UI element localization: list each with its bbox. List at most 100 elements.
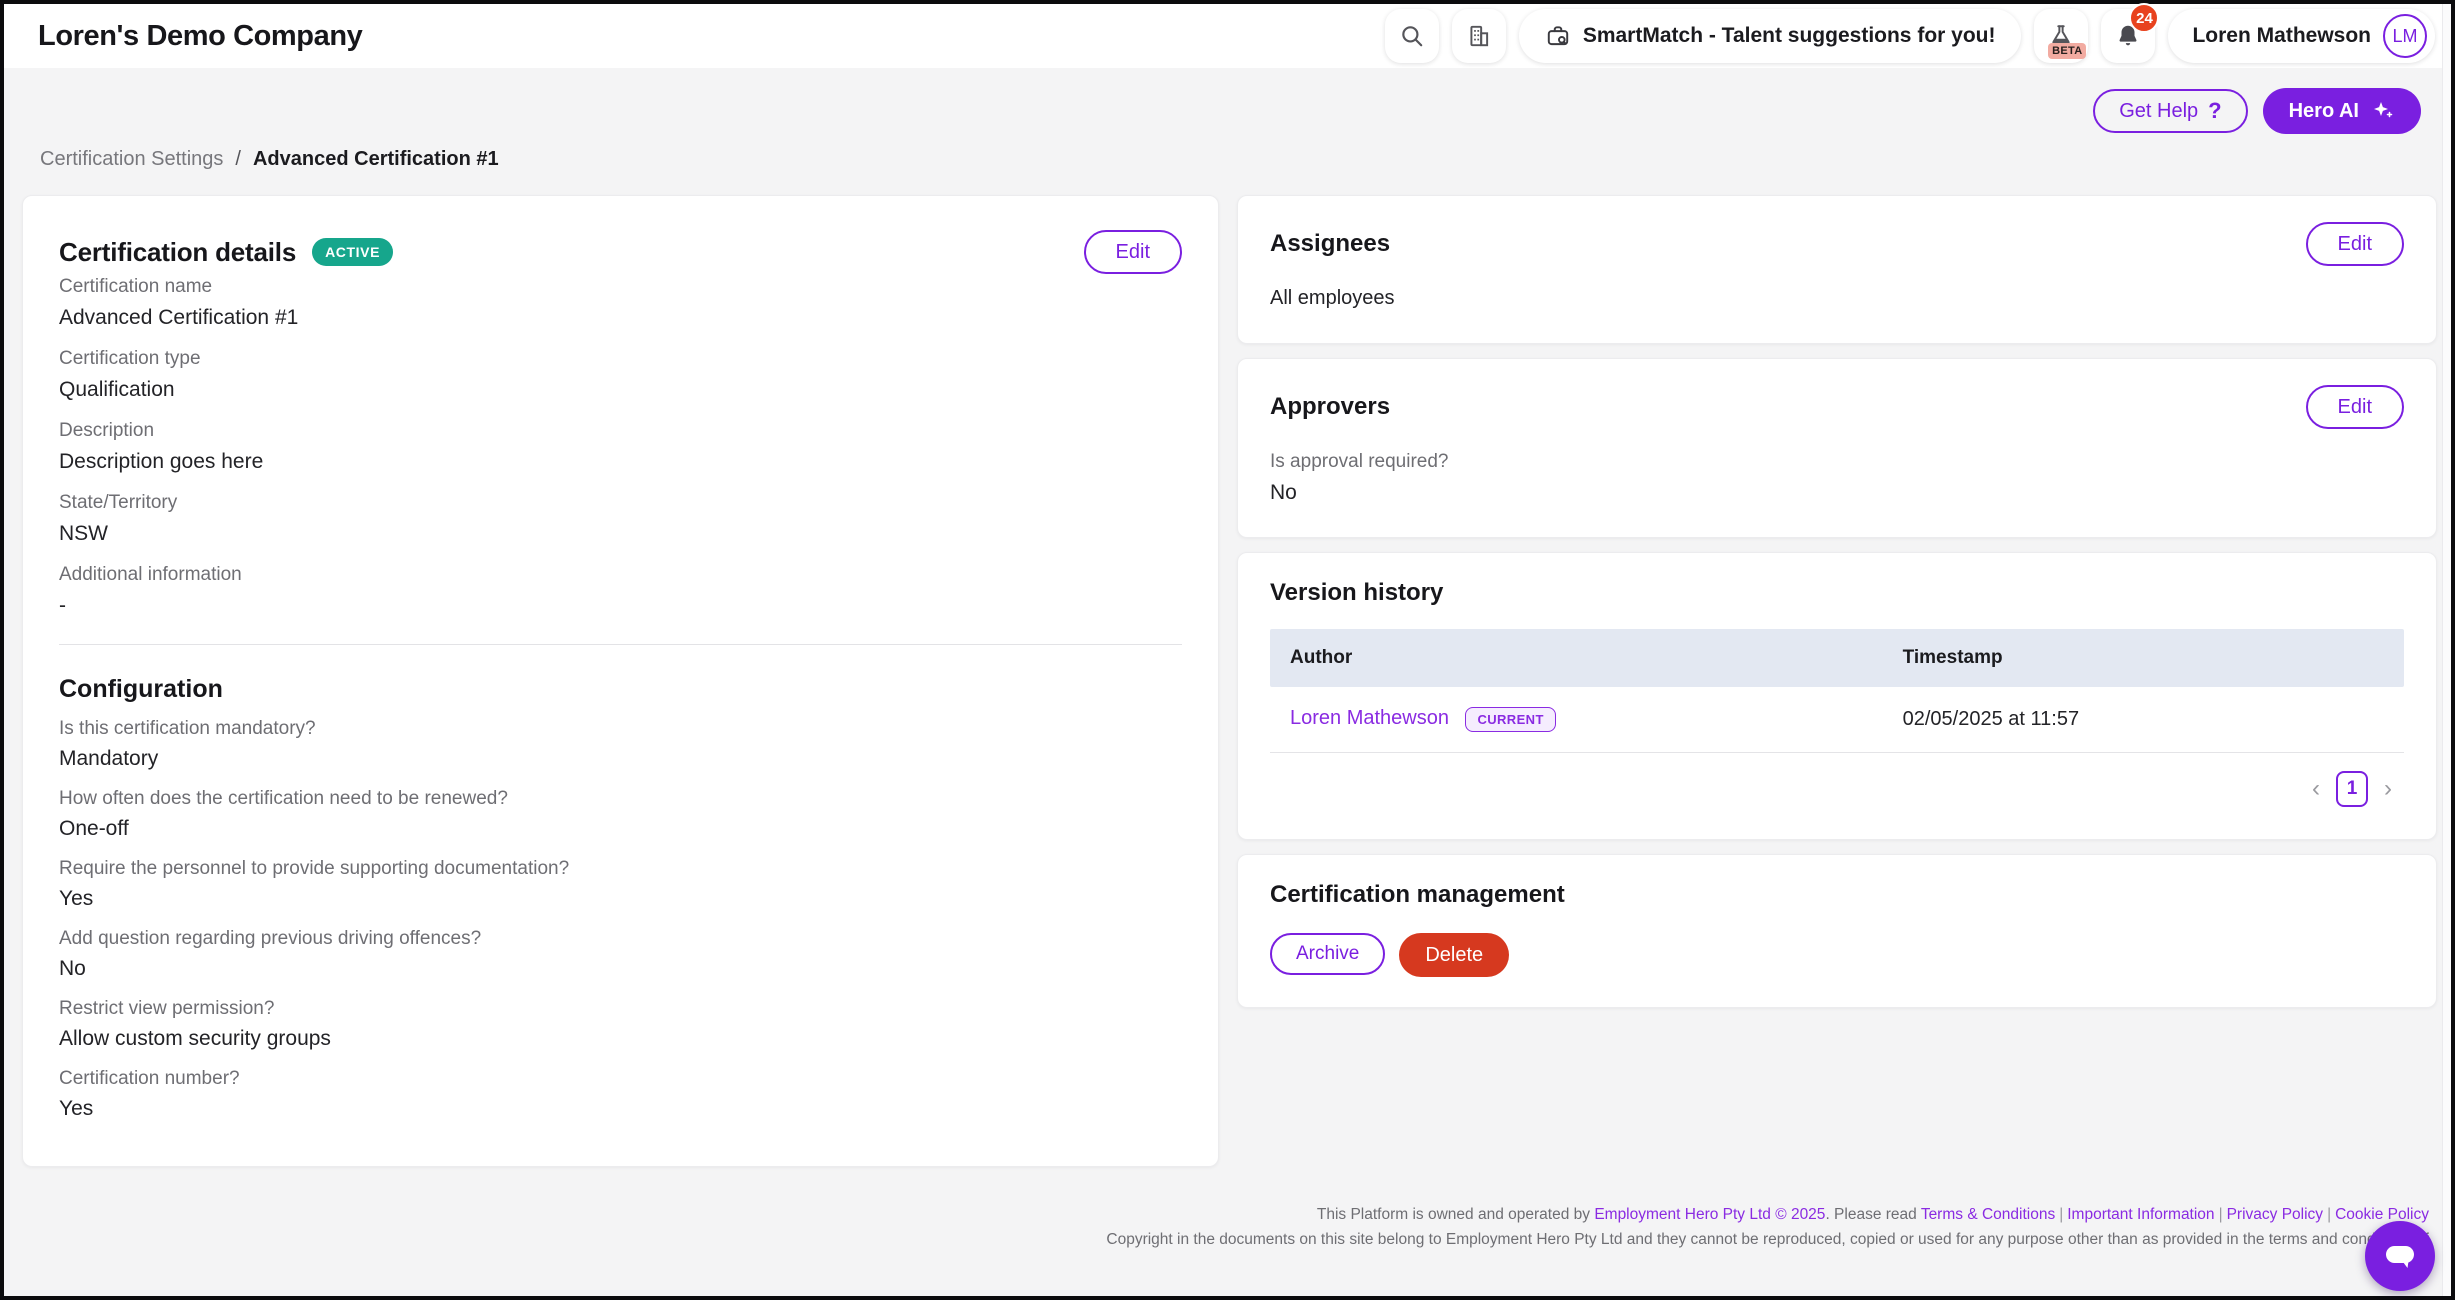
field-value: One-off (59, 814, 1182, 843)
field-label: How often does the certification need to… (59, 786, 1182, 811)
breadcrumb-separator: / (235, 148, 241, 171)
notification-count-badge: 24 (2129, 3, 2159, 33)
field-value: Allow custom security groups (59, 1024, 1182, 1053)
edit-assignees-button[interactable]: Edit (2306, 222, 2404, 266)
field-label: Additional information (59, 562, 1182, 588)
version-history-table: Author Timestamp Loren Mathewson CURRENT… (1270, 629, 2404, 753)
pagination-prev-icon[interactable]: ‹ (2308, 777, 2324, 801)
beta-badge: BETA (2048, 43, 2086, 59)
column-header-author: Author (1290, 647, 1903, 669)
right-column: Assignees Edit All employees Approvers E… (1237, 195, 2437, 1008)
search-button[interactable] (1385, 9, 1439, 63)
version-history-title: Version history (1270, 579, 2404, 607)
breadcrumb-current: Advanced Certification #1 (253, 148, 499, 171)
question-mark-icon: ? (2208, 98, 2221, 124)
chat-widget-button[interactable] (2365, 1221, 2435, 1291)
author-link[interactable]: Loren Mathewson (1290, 707, 1449, 729)
row-timestamp: 02/05/2025 at 11:57 (1903, 708, 2384, 731)
footer-text: This Platform is owned and operated by (1317, 1206, 1594, 1223)
breadcrumb-certification-settings[interactable]: Certification Settings (40, 148, 223, 171)
assignees-header: Assignees Edit (1270, 222, 2404, 266)
top-bar-actions: SmartMatch - Talent suggestions for you!… (1385, 9, 2435, 63)
pagination-page-1[interactable]: 1 (2336, 771, 2368, 807)
cookie-policy-link[interactable]: Cookie Policy (2335, 1206, 2429, 1223)
field-restrict-view: Restrict view permission? Allow custom s… (59, 996, 1182, 1053)
profile-menu-button[interactable]: Loren Mathewson LM (2168, 9, 2435, 63)
approvers-card: Approvers Edit Is approval required? No (1237, 358, 2437, 538)
field-label: State/Territory (59, 490, 1182, 516)
get-help-label: Get Help (2119, 100, 2198, 123)
field-mandatory: Is this certification mandatory? Mandato… (59, 716, 1182, 773)
certification-details-card: Certification details ACTIVE Edit Certif… (22, 195, 1219, 1167)
pagination-next-icon[interactable]: › (2380, 777, 2396, 801)
field-label: Certification type (59, 346, 1182, 372)
organisation-button[interactable] (1452, 9, 1506, 63)
field-value: Mandatory (59, 744, 1182, 773)
certification-details-header: Certification details ACTIVE Edit (59, 230, 1182, 274)
field-value: No (1270, 478, 2404, 507)
company-link[interactable]: Employment Hero Pty Ltd © 2025 (1594, 1206, 1825, 1223)
footer-separator: | (2219, 1206, 2223, 1223)
field-value: - (59, 591, 1182, 620)
edit-details-button[interactable]: Edit (1084, 230, 1182, 274)
field-additional-information: Additional information - (59, 562, 1182, 620)
avatar: LM (2383, 14, 2427, 58)
hero-ai-label: Hero AI (2289, 100, 2359, 123)
field-value: Yes (59, 884, 1182, 913)
field-state-territory: State/Territory NSW (59, 490, 1182, 548)
footer-separator: | (2059, 1206, 2063, 1223)
management-buttons: Archive Delete (1270, 933, 2404, 977)
certification-management-title: Certification management (1270, 881, 2404, 909)
edit-approvers-button[interactable]: Edit (2306, 385, 2404, 429)
breadcrumb: Certification Settings / Advanced Certif… (4, 134, 2451, 171)
field-label: Is approval required? (1270, 449, 2404, 475)
get-help-button[interactable]: Get Help ? (2093, 89, 2247, 133)
approvers-header: Approvers Edit (1270, 385, 2404, 429)
field-certification-number: Certification number? Yes (59, 1066, 1182, 1123)
terms-link[interactable]: Terms & Conditions (1921, 1206, 2055, 1223)
field-label: Certification number? (59, 1066, 1182, 1091)
important-information-link[interactable]: Important Information (2067, 1206, 2214, 1223)
status-badge: ACTIVE (312, 238, 393, 266)
field-certification-name: Certification name Advanced Certificatio… (59, 274, 1182, 332)
smartmatch-label: SmartMatch - Talent suggestions for you! (1583, 24, 1996, 48)
certification-settings-page: { "colors": { "accent_purple": "#7A1FE0"… (0, 0, 2455, 1300)
smartmatch-button[interactable]: SmartMatch - Talent suggestions for you! (1519, 9, 2022, 63)
field-value: Advanced Certification #1 (59, 303, 1182, 332)
notifications-button[interactable]: 24 (2101, 9, 2155, 63)
footer-text: . Please read (1825, 1206, 1920, 1223)
company-name: Loren's Demo Company (38, 20, 362, 53)
hero-ai-button[interactable]: Hero AI (2263, 88, 2421, 134)
field-label: Description (59, 418, 1182, 444)
delete-button[interactable]: Delete (1399, 933, 1509, 977)
pagination: ‹ 1 › (1270, 753, 2404, 809)
field-renewal: How often does the certification need to… (59, 786, 1182, 843)
footer-line-1: This Platform is owned and operated by E… (1106, 1202, 2429, 1227)
archive-button[interactable]: Archive (1270, 933, 1385, 975)
assignees-card: Assignees Edit All employees (1237, 195, 2437, 344)
briefcase-search-icon (1545, 23, 1571, 49)
field-value: Qualification (59, 375, 1182, 404)
certification-details-title: Certification details (59, 237, 296, 268)
certification-management-card: Certification management Archive Delete (1237, 854, 2437, 1008)
top-bar: Loren's Demo Company (4, 4, 2451, 68)
field-label: Restrict view permission? (59, 996, 1182, 1021)
sparkle-icon (2371, 99, 2395, 123)
configuration-title: Configuration (59, 675, 1182, 704)
privacy-policy-link[interactable]: Privacy Policy (2227, 1206, 2323, 1223)
field-certification-type: Certification type Qualification (59, 346, 1182, 404)
field-driving-offences: Add question regarding previous driving … (59, 926, 1182, 983)
current-version-badge: CURRENT (1465, 707, 1555, 732)
page-action-row: Get Help ? Hero AI (4, 68, 2451, 134)
version-history-card: Version history Author Timestamp Loren M… (1237, 552, 2437, 840)
footer-line-2: Copyright in the documents on this site … (1106, 1227, 2429, 1252)
labs-button[interactable]: BETA (2034, 9, 2088, 63)
field-label: Add question regarding previous driving … (59, 926, 1182, 951)
field-label: Require the personnel to provide support… (59, 856, 1182, 881)
scrollbar[interactable] (2442, 4, 2451, 1296)
column-header-timestamp: Timestamp (1903, 647, 2384, 669)
legal-footer: This Platform is owned and operated by E… (1106, 1202, 2429, 1252)
field-label: Is this certification mandatory? (59, 716, 1182, 741)
field-value: NSW (59, 519, 1182, 548)
table-row: Loren Mathewson CURRENT 02/05/2025 at 11… (1270, 687, 2404, 753)
